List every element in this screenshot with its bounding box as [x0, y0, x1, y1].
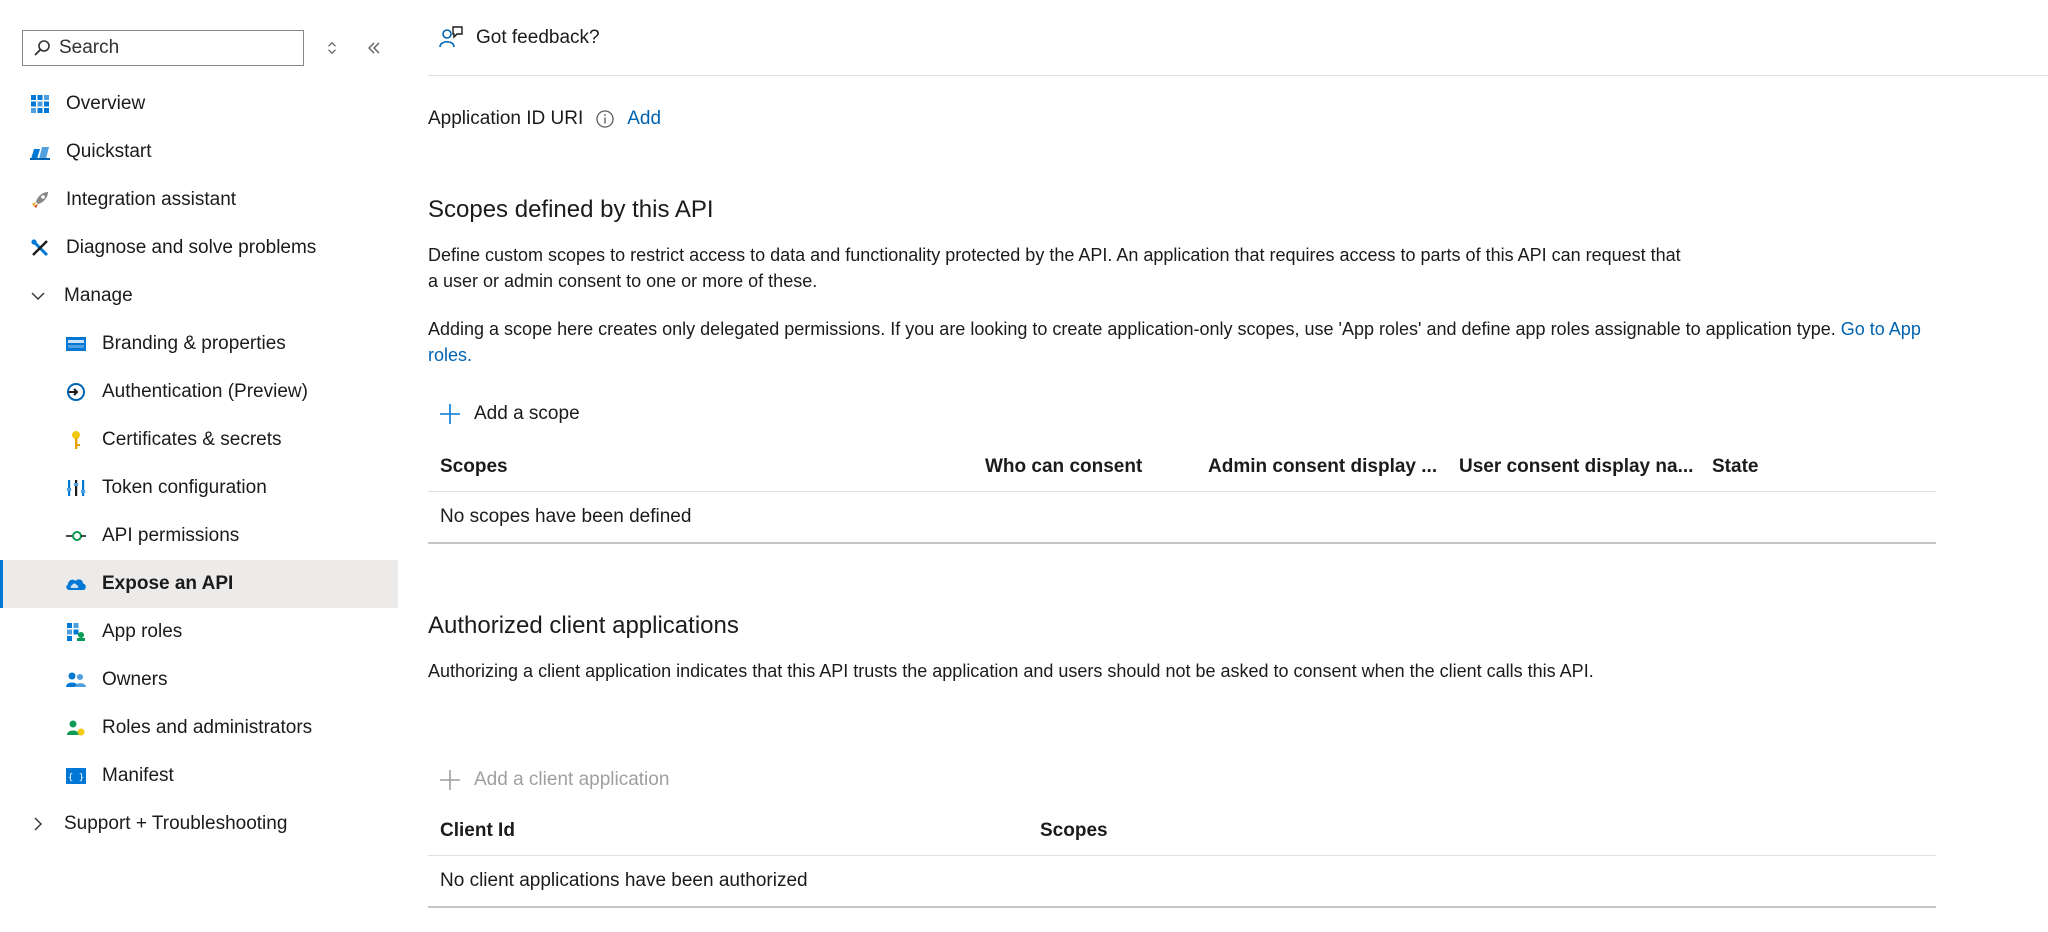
token-bars-icon — [64, 476, 88, 500]
add-client-application-label: Add a client application — [474, 769, 670, 790]
sidebar-nav: Overview Quickstart Integration assistan… — [0, 80, 400, 848]
owners-icon — [64, 668, 88, 692]
sidebar-item-label: Token configuration — [102, 477, 267, 498]
command-bar: Got feedback? — [428, 25, 2048, 76]
sidebar-group-manage[interactable]: Manage — [0, 272, 400, 320]
sidebar-item-branding[interactable]: Branding & properties — [0, 320, 400, 368]
sidebar-item-label: App roles — [102, 621, 183, 642]
column-header-scopes[interactable]: Scopes — [440, 456, 508, 478]
sidebar-item-expose-an-api[interactable]: Expose an API — [0, 560, 398, 608]
sidebar-item-label: Integration assistant — [66, 189, 237, 210]
sidebar-item-label: Roles and administrators — [102, 717, 313, 738]
search-box[interactable] — [22, 30, 304, 66]
app-roles-icon — [64, 620, 88, 644]
scopes-table-header: Scopes Who can consent Admin consent dis… — [428, 444, 1936, 492]
column-header-client-id[interactable]: Client Id — [440, 820, 515, 842]
cloud-icon — [64, 572, 88, 596]
scopes-note-text: Adding a scope here creates only delegat… — [428, 319, 1836, 339]
sidebar-item-label: Quickstart — [66, 141, 152, 162]
sidebar-item-label: Manage — [64, 285, 133, 306]
sidebar-item-token-configuration[interactable]: Token configuration — [0, 464, 400, 512]
column-header-admin-consent[interactable]: Admin consent display ... — [1208, 456, 1437, 478]
authorized-clients-section-title: Authorized client applications — [428, 612, 739, 639]
sidebar-item-roles-administrators[interactable]: Roles and administrators — [0, 704, 400, 752]
sidebar-item-label: Manifest — [102, 765, 174, 786]
main-content: Got feedback? Application ID URI Add Sco… — [428, 0, 2048, 932]
feedback-icon — [439, 25, 463, 47]
svg-text:{ }: { } — [68, 773, 84, 783]
sidebar-group-support[interactable]: Support + Troubleshooting — [0, 800, 400, 848]
info-icon[interactable] — [595, 109, 615, 129]
column-header-user-consent[interactable]: User consent display na... — [1459, 456, 1693, 478]
authorized-clients-description: Authorizing a client application indicat… — [428, 661, 1594, 681]
scopes-table: Scopes Who can consent Admin consent dis… — [428, 444, 1936, 544]
sort-toggle-icon[interactable] — [320, 36, 344, 60]
sidebar-item-quickstart[interactable]: Quickstart — [0, 128, 400, 176]
wrench-icon — [28, 236, 52, 260]
roles-admin-icon — [64, 716, 88, 740]
sidebar-item-integration-assistant[interactable]: Integration assistant — [0, 176, 400, 224]
add-scope-label: Add a scope — [474, 403, 580, 424]
sidebar: Overview Quickstart Integration assistan… — [0, 0, 400, 932]
search-row — [22, 30, 402, 68]
clients-table: Client Id Scopes No client applications … — [428, 808, 1936, 908]
feedback-button[interactable]: Got feedback? — [438, 25, 600, 51]
sidebar-item-label: Diagnose and solve problems — [66, 237, 317, 258]
authentication-icon — [64, 380, 88, 404]
application-id-uri-row: Application ID URI Add — [428, 108, 661, 130]
search-input[interactable] — [59, 37, 279, 59]
sidebar-item-app-roles[interactable]: App roles — [0, 608, 400, 656]
table-row: No scopes have been defined — [428, 492, 1936, 544]
manifest-icon: { } — [64, 764, 88, 788]
sidebar-item-manifest[interactable]: { } Manifest — [0, 752, 400, 800]
api-permissions-icon — [64, 524, 88, 548]
add-client-application-button[interactable]: Add a client application — [438, 768, 669, 792]
scopes-note: Adding a scope here creates only delegat… — [428, 316, 1928, 368]
column-header-who-can-consent[interactable]: Who can consent — [985, 456, 1142, 478]
sidebar-item-label: Owners — [102, 669, 168, 690]
feedback-label: Got feedback? — [476, 26, 600, 48]
clients-table-header: Client Id Scopes — [428, 808, 1936, 856]
clients-empty-message: No client applications have been authori… — [440, 870, 808, 891]
sidebar-item-label: API permissions — [102, 525, 240, 546]
search-icon — [34, 40, 50, 56]
column-header-state[interactable]: State — [1712, 456, 1758, 478]
sidebar-item-certificates[interactable]: Certificates & secrets — [0, 416, 400, 464]
add-application-id-uri-link[interactable]: Add — [627, 108, 661, 130]
sidebar-item-diagnose[interactable]: Diagnose and solve problems — [0, 224, 400, 272]
chevron-down-icon — [28, 286, 48, 306]
column-header-scopes[interactable]: Scopes — [1040, 820, 1108, 842]
rocket-icon — [28, 188, 52, 212]
table-row: No client applications have been authori… — [428, 856, 1936, 908]
sidebar-item-label: Certificates & secrets — [102, 429, 282, 450]
sidebar-item-label: Branding & properties — [102, 333, 286, 354]
overview-icon — [28, 92, 52, 116]
sidebar-item-label: Authentication (Preview) — [102, 381, 308, 402]
sidebar-item-api-permissions[interactable]: API permissions — [0, 512, 400, 560]
quickstart-icon — [28, 140, 52, 164]
branding-icon — [64, 332, 88, 356]
collapse-sidebar-icon[interactable] — [362, 36, 386, 60]
sidebar-item-overview[interactable]: Overview — [0, 80, 400, 128]
sidebar-item-label: Overview — [66, 93, 146, 114]
application-id-uri-label: Application ID URI — [428, 108, 584, 129]
add-scope-button[interactable]: Add a scope — [438, 402, 580, 426]
chevron-right-icon — [28, 814, 48, 834]
key-icon — [64, 428, 88, 452]
sidebar-item-authentication[interactable]: Authentication (Preview) — [0, 368, 400, 416]
sidebar-item-label: Expose an API — [102, 573, 234, 594]
scopes-section-title: Scopes defined by this API — [428, 196, 714, 223]
sidebar-item-owners[interactable]: Owners — [0, 656, 400, 704]
scopes-empty-message: No scopes have been defined — [440, 506, 692, 527]
scopes-description: Define custom scopes to restrict access … — [428, 245, 1681, 291]
sidebar-item-label: Support + Troubleshooting — [64, 813, 288, 834]
plus-icon — [440, 770, 460, 790]
plus-icon — [440, 404, 460, 424]
